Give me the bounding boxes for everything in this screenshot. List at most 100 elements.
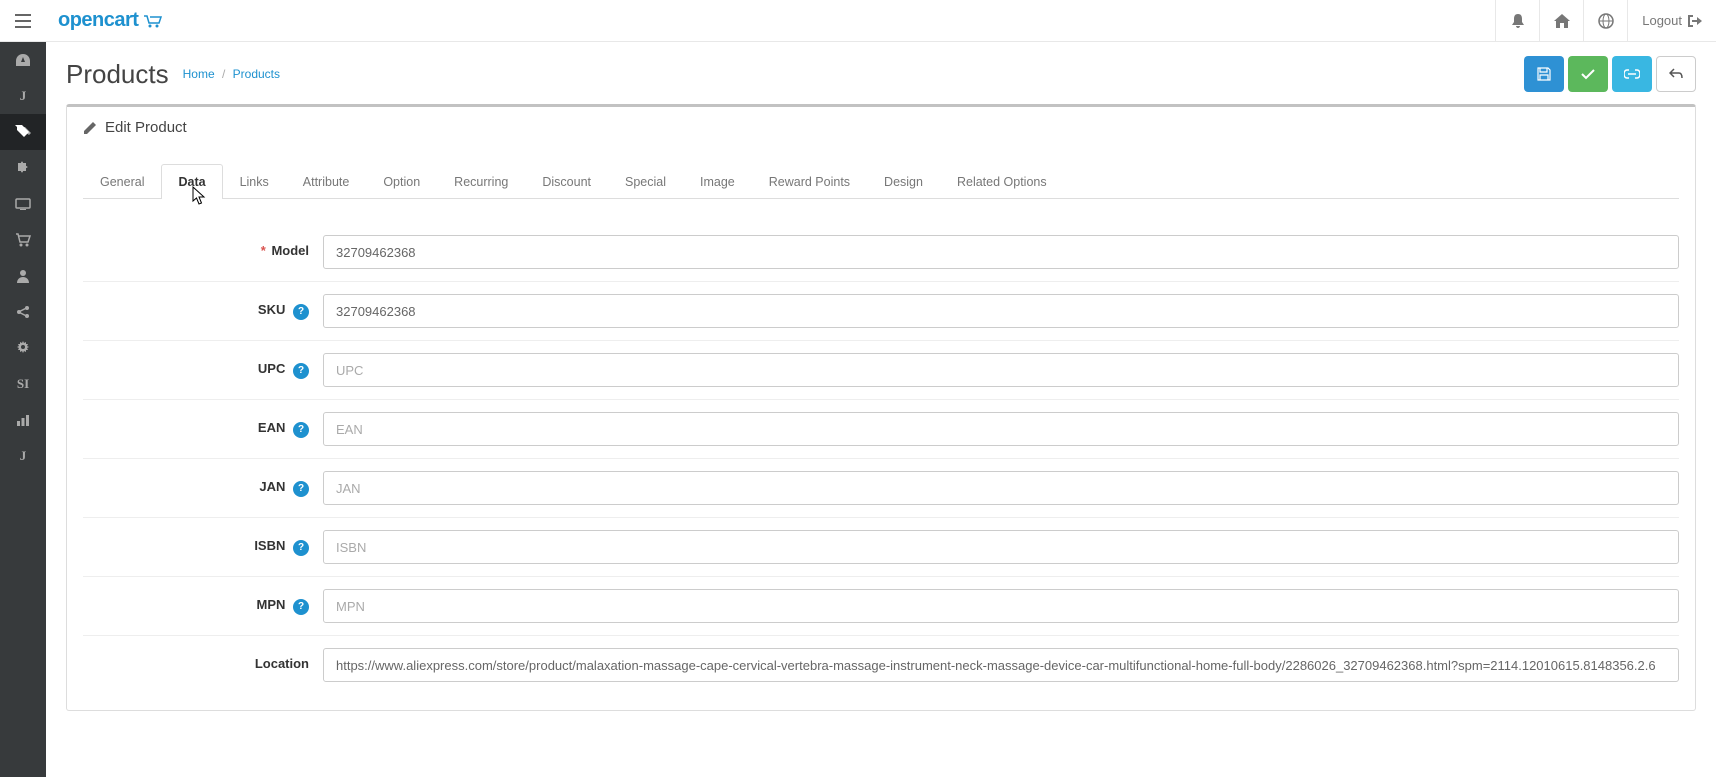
breadcrumb: Home / Products	[183, 67, 280, 81]
menu-toggle-button[interactable]	[0, 0, 46, 42]
tab-image[interactable]: Image	[683, 164, 752, 199]
panel-heading: Edit Product	[67, 107, 1695, 148]
form-row-model: * Model	[83, 223, 1679, 282]
help-icon[interactable]: ?	[293, 363, 309, 379]
edit-panel: Edit Product GeneralDataLinksAttributeOp…	[66, 104, 1696, 711]
sidebar-item-system[interactable]	[0, 330, 46, 366]
page-title: Products	[66, 59, 169, 90]
tab-special[interactable]: Special	[608, 164, 683, 199]
globe-icon	[1598, 13, 1614, 29]
form-row-location: Location	[83, 636, 1679, 694]
dashboard-icon	[15, 53, 31, 67]
form-row-mpn: MPN ?	[83, 577, 1679, 636]
sidebar-item-dashboard[interactable]	[0, 42, 46, 78]
tab-option[interactable]: Option	[366, 164, 437, 199]
logout-label: Logout	[1642, 13, 1682, 28]
page-header: Products Home / Products	[46, 42, 1716, 104]
input-ean[interactable]	[323, 412, 1679, 446]
main-content: Products Home / Products	[46, 42, 1716, 777]
tab-links[interactable]: Links	[223, 164, 286, 199]
brand-logo[interactable]: opencart	[58, 9, 164, 32]
link-icon	[1624, 69, 1640, 79]
monitor-icon	[15, 198, 31, 210]
form-row-isbn: ISBN ?	[83, 518, 1679, 577]
input-location[interactable]	[323, 648, 1679, 682]
sidebar: J SI J	[0, 42, 46, 777]
cancel-button[interactable]	[1656, 56, 1696, 92]
sidebar-item-customers[interactable]	[0, 258, 46, 294]
pencil-icon	[83, 121, 97, 135]
bell-icon	[1511, 13, 1525, 29]
brand-text: opencart	[58, 9, 138, 32]
logout-icon	[1688, 15, 1702, 27]
help-icon[interactable]: ?	[293, 422, 309, 438]
tab-recurring[interactable]: Recurring	[437, 164, 525, 199]
tags-icon	[15, 125, 31, 139]
apply-button[interactable]	[1568, 56, 1608, 92]
save-icon	[1537, 67, 1551, 81]
label-isbn: ISBN ?	[83, 530, 323, 564]
tab-design[interactable]: Design	[867, 164, 940, 199]
sidebar-item-design[interactable]	[0, 186, 46, 222]
link-button[interactable]	[1612, 56, 1652, 92]
cart-icon	[15, 233, 31, 247]
help-icon[interactable]: ?	[293, 540, 309, 556]
notifications-button[interactable]	[1495, 0, 1539, 42]
tab-attribute[interactable]: Attribute	[286, 164, 367, 199]
tab-related-options[interactable]: Related Options	[940, 164, 1064, 199]
reply-icon	[1669, 68, 1683, 80]
form-row-jan: JAN ?	[83, 459, 1679, 518]
sidebar-item-marketing[interactable]	[0, 294, 46, 330]
chart-icon	[16, 414, 30, 426]
panel-body: GeneralDataLinksAttributeOptionRecurring…	[67, 148, 1695, 710]
globe-button[interactable]	[1583, 0, 1627, 42]
check-icon	[1581, 68, 1595, 80]
input-sku[interactable]	[323, 294, 1679, 328]
cart-icon	[142, 14, 164, 28]
sidebar-item-j2[interactable]: J	[0, 438, 46, 474]
help-icon[interactable]: ?	[293, 599, 309, 615]
home-icon	[1554, 14, 1570, 28]
label-ean: EAN ?	[83, 412, 323, 446]
top-header: opencart Logout	[0, 0, 1716, 42]
tab-general[interactable]: General	[83, 164, 161, 199]
puzzle-icon	[16, 161, 30, 175]
sidebar-item-sales[interactable]	[0, 222, 46, 258]
user-icon	[16, 269, 30, 283]
tabs: GeneralDataLinksAttributeOptionRecurring…	[83, 164, 1679, 199]
sidebar-item-j1[interactable]: J	[0, 78, 46, 114]
gear-icon	[16, 341, 30, 355]
sidebar-item-si[interactable]: SI	[0, 366, 46, 402]
home-button[interactable]	[1539, 0, 1583, 42]
panel-title: Edit Product	[105, 119, 187, 136]
sidebar-item-catalog[interactable]	[0, 114, 46, 150]
share-icon	[16, 305, 30, 319]
tab-data[interactable]: Data	[161, 164, 222, 199]
input-mpn[interactable]	[323, 589, 1679, 623]
breadcrumb-sep: /	[222, 67, 225, 81]
help-icon[interactable]: ?	[293, 304, 309, 320]
help-icon[interactable]: ?	[293, 481, 309, 497]
input-isbn[interactable]	[323, 530, 1679, 564]
breadcrumb-current[interactable]: Products	[233, 67, 280, 81]
label-mpn: MPN ?	[83, 589, 323, 623]
breadcrumb-home[interactable]: Home	[183, 67, 215, 81]
label-location: Location	[83, 648, 323, 682]
sidebar-item-reports[interactable]	[0, 402, 46, 438]
label-model: * Model	[83, 235, 323, 269]
input-upc[interactable]	[323, 353, 1679, 387]
label-upc: UPC ?	[83, 353, 323, 387]
save-button[interactable]	[1524, 56, 1564, 92]
form-row-sku: SKU ?	[83, 282, 1679, 341]
input-model[interactable]	[323, 235, 1679, 269]
menu-icon	[15, 14, 31, 28]
logout-button[interactable]: Logout	[1627, 0, 1716, 42]
label-sku: SKU ?	[83, 294, 323, 328]
tab-reward-points[interactable]: Reward Points	[752, 164, 867, 199]
tab-discount[interactable]: Discount	[525, 164, 608, 199]
sidebar-item-extensions[interactable]	[0, 150, 46, 186]
input-jan[interactable]	[323, 471, 1679, 505]
page-actions	[1524, 56, 1696, 92]
form-row-ean: EAN ?	[83, 400, 1679, 459]
form-row-upc: UPC ?	[83, 341, 1679, 400]
